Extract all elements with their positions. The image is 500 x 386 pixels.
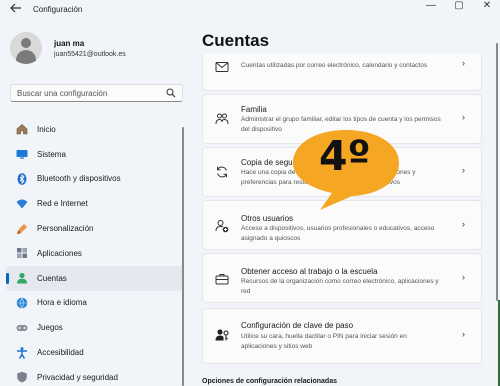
back-button[interactable] (8, 3, 24, 17)
related-settings-heading: Opciones de configuración relacionadas (202, 378, 337, 385)
sidebar-item-sistema[interactable]: Sistema (6, 142, 184, 167)
gamepad-icon (16, 324, 28, 331)
card-title: Obtener acceso al trabajo o la escuela (241, 267, 378, 276)
sidebar-item-accesibilidad[interactable]: Accesibilidad (6, 340, 184, 365)
sidebar-item-label: Inicio (37, 124, 56, 134)
sidebar-item-label: Hora e idioma (37, 298, 87, 308)
sidebar-item-red[interactable]: Red e Internet (6, 191, 184, 216)
main-scrollbar[interactable] (496, 43, 498, 301)
briefcase-icon (215, 274, 229, 285)
sidebar-item-label: Aplicaciones (37, 248, 82, 258)
sidebar-item-label: Cuentas (37, 273, 67, 283)
annotation-text: 4º (319, 132, 371, 180)
avatar (10, 32, 42, 64)
home-icon (16, 124, 28, 135)
card-desc: Recursos de la organización como correo … (241, 278, 439, 295)
sidebar-item-juegos[interactable]: Juegos (6, 315, 184, 340)
family-icon (215, 113, 229, 125)
minimize-button[interactable]: — (419, 0, 443, 14)
title-bar: Configuración — ▢ ✕ (0, 0, 500, 20)
sidebar-item-label: Privacidad y seguridad (37, 372, 118, 382)
mail-icon (215, 62, 229, 72)
sidebar-item-label: Accesibilidad (37, 348, 84, 358)
sidebar-item-bluetooth[interactable]: Bluetooth y dispositivos (6, 167, 184, 192)
chevron-right-icon: › (462, 272, 465, 282)
person-icon (17, 273, 27, 284)
add-user-icon (215, 220, 229, 233)
sidebar-scrollbar[interactable] (182, 127, 184, 386)
search-input[interactable]: Buscar una configuración (10, 84, 183, 102)
sidebar-item-hora-idioma[interactable]: Hora e idioma (6, 291, 184, 316)
card-clave-paso[interactable]: Configuración de clave de paso Utilice s… (202, 308, 482, 364)
sidebar-item-personalizacion[interactable]: Personalización (6, 216, 184, 241)
brush-icon (17, 223, 27, 234)
accessibility-icon (17, 346, 27, 359)
close-button[interactable]: ✕ (475, 0, 499, 14)
sidebar-item-label: Bluetooth y dispositivos (37, 174, 121, 184)
sync-icon (217, 166, 227, 178)
sidebar-nav: Inicio Sistema Bluetooth y dispositivos … (6, 117, 184, 386)
sidebar-item-aplicaciones[interactable]: Aplicaciones (6, 241, 184, 266)
chevron-right-icon: › (462, 165, 465, 175)
monitor-icon (16, 150, 28, 159)
card-desc: Cuentas utilizadas por correo electrónic… (241, 62, 428, 69)
card-trabajo-escuela[interactable]: Obtener acceso al trabajo o la escuela R… (202, 253, 482, 303)
sidebar-item-label: Juegos (37, 323, 63, 333)
user-profile[interactable]: juan ma juan55421@outlook.es (10, 32, 126, 64)
passkey-icon (215, 329, 229, 341)
profile-email: juan55421@outlook.es (54, 50, 126, 58)
card-desc: Acceso a dispositivos, usuarios profesio… (241, 225, 435, 242)
sidebar-item-inicio[interactable]: Inicio (6, 117, 184, 142)
window-title: Configuración (33, 5, 83, 14)
card-title: Configuración de clave de paso (241, 321, 354, 330)
chevron-right-icon: › (462, 219, 465, 229)
profile-name: juan ma (54, 38, 85, 48)
page-title: Cuentas (202, 31, 270, 50)
sidebar-item-cuentas[interactable]: Cuentas (6, 265, 184, 291)
sidebar-item-label: Personalización (37, 224, 94, 234)
wifi-icon (16, 199, 28, 209)
apps-icon (17, 248, 27, 259)
arrow-left-icon (10, 3, 21, 13)
search-placeholder: Buscar una configuración (17, 89, 108, 98)
bluetooth-icon (17, 173, 27, 185)
sidebar-item-label: Sistema (37, 149, 66, 159)
globe-clock-icon (16, 297, 28, 309)
chevron-right-icon: › (462, 329, 465, 339)
card-title: Otros usuarios (241, 214, 294, 223)
sidebar-item-privacidad[interactable]: Privacidad y seguridad (6, 365, 184, 386)
card-email-accounts[interactable]: Cuentas utilizadas por correo electrónic… (202, 54, 482, 91)
maximize-button[interactable]: ▢ (447, 0, 471, 14)
chevron-right-icon: › (462, 58, 465, 68)
card-title: Familia (241, 105, 267, 114)
chevron-right-icon: › (462, 112, 465, 122)
search-icon (166, 88, 176, 98)
shield-icon (17, 372, 27, 383)
card-desc: Utilice su cara, huella dactilar o PIN p… (241, 333, 407, 350)
sidebar-item-label: Red e Internet (37, 199, 88, 209)
